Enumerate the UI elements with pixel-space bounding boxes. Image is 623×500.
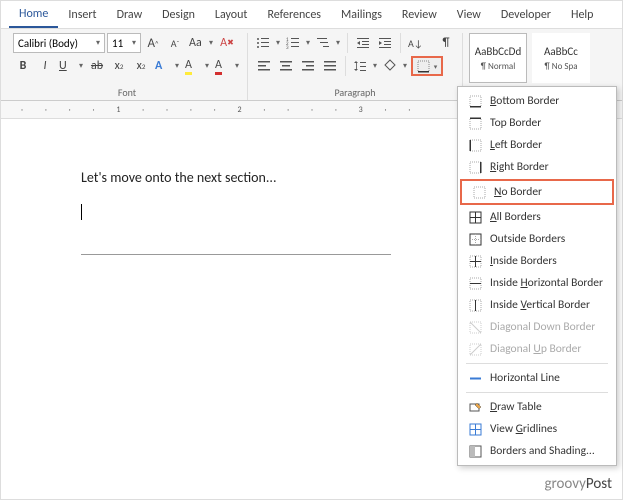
group-paragraph: ▾ 123▾ ▾ A↓ ¶ ▾ ▾ <box>248 33 463 100</box>
inside-horizontal-icon <box>468 276 482 290</box>
text-effects-button[interactable]: A▾ <box>153 56 181 76</box>
horizontal-line <box>81 254 391 255</box>
menu-top-border[interactable]: Top Border <box>458 112 616 134</box>
grow-font-button[interactable]: A^ <box>143 33 163 53</box>
align-center-button[interactable] <box>276 56 296 76</box>
tab-references[interactable]: References <box>257 3 331 27</box>
gridlines-icon <box>468 422 482 436</box>
inside-borders-icon <box>468 254 482 268</box>
menu-no-border[interactable]: No Border <box>460 179 614 205</box>
outside-borders-icon <box>468 232 482 246</box>
highlight-button[interactable]: A▾ <box>183 56 211 76</box>
show-marks-button[interactable]: ¶ <box>436 33 456 53</box>
bullets-button[interactable]: ▾ <box>254 33 282 53</box>
menu-diagonal-down: Diagonal Down Border <box>458 316 616 338</box>
style-preview: AaBbCcDd <box>475 45 521 58</box>
font-group-label: Font <box>13 85 241 100</box>
menu-inside-vertical[interactable]: Inside Vertical Border <box>458 294 616 316</box>
tab-help[interactable]: Help <box>561 3 604 27</box>
all-borders-icon <box>468 210 482 224</box>
clear-formatting-button[interactable]: A✖ <box>217 33 237 53</box>
strike-button[interactable]: ab <box>87 56 107 76</box>
shrink-font-button[interactable]: Aˇ <box>165 33 185 53</box>
top-border-icon <box>468 116 482 130</box>
menu-inside-borders[interactable]: Inside Borders <box>458 250 616 272</box>
tab-layout[interactable]: Layout <box>205 3 258 27</box>
menu-bottom-border[interactable]: Bottom Border <box>458 90 616 112</box>
menu-draw-table[interactable]: Draw Table <box>458 396 616 418</box>
chevron-down-icon: ▾ <box>96 38 100 48</box>
line-spacing-button[interactable]: ▾ <box>351 56 379 76</box>
align-right-button[interactable] <box>298 56 318 76</box>
superscript-button[interactable]: x2 <box>131 56 151 76</box>
subscript-button[interactable]: x2 <box>109 56 129 76</box>
svg-text:3: 3 <box>286 45 289 50</box>
diagonal-down-icon <box>468 320 482 334</box>
menu-all-borders[interactable]: All Borders <box>458 206 616 228</box>
menu-diagonal-up: Diagonal Up Border <box>458 338 616 360</box>
style-preview: AaBbCc <box>544 45 578 58</box>
increase-indent-button[interactable] <box>375 33 395 53</box>
paragraph-group-label: Paragraph <box>254 85 456 100</box>
underline-button[interactable]: U▾ <box>57 56 85 76</box>
tab-developer[interactable]: Developer <box>491 3 561 27</box>
menu-separator <box>466 392 608 393</box>
menu-outside-borders[interactable]: Outside Borders <box>458 228 616 250</box>
ribbon-tabs: Home Insert Draw Design Layout Reference… <box>1 1 622 29</box>
draw-table-icon <box>468 400 482 414</box>
menu-separator <box>466 363 608 364</box>
style-normal[interactable]: AaBbCcDd ¶ Normal <box>469 33 527 83</box>
diagonal-up-icon <box>468 342 482 356</box>
chevron-down-icon: ▾ <box>132 38 136 48</box>
change-case-button[interactable]: Aa▾ <box>187 33 215 53</box>
horizontal-line-icon <box>468 371 482 385</box>
tab-insert[interactable]: Insert <box>58 3 106 27</box>
tab-home[interactable]: Home <box>9 2 58 28</box>
italic-button[interactable]: I <box>35 56 55 76</box>
menu-inside-horizontal[interactable]: Inside Horizontal Border <box>458 272 616 294</box>
menu-borders-shading[interactable]: Borders and Shading... <box>458 440 616 462</box>
tab-review[interactable]: Review <box>392 3 447 27</box>
tab-draw[interactable]: Draw <box>107 3 153 27</box>
menu-horizontal-line[interactable]: Horizontal Line <box>458 367 616 389</box>
inside-vertical-icon <box>468 298 482 312</box>
style-name: ¶ No Spa <box>544 61 577 72</box>
menu-right-border[interactable]: Right Border <box>458 156 616 178</box>
font-size-select[interactable]: 11 ▾ <box>107 33 141 53</box>
multilevel-button[interactable]: ▾ <box>314 33 342 53</box>
style-name: ¶ Normal <box>481 61 516 72</box>
font-color-button[interactable]: A▾ <box>213 56 241 76</box>
font-size-value: 11 <box>112 37 123 50</box>
bold-button[interactable]: B <box>13 56 33 76</box>
font-name-value: Calibri (Body) <box>18 37 78 50</box>
left-border-icon <box>468 138 482 152</box>
tab-mailings[interactable]: Mailings <box>331 3 392 27</box>
decrease-indent-button[interactable] <box>353 33 373 53</box>
menu-left-border[interactable]: Left Border <box>458 134 616 156</box>
tab-design[interactable]: Design <box>152 3 205 27</box>
sort-button[interactable]: A↓ <box>406 33 434 53</box>
shading-button[interactable]: ▾ <box>381 56 409 76</box>
menu-view-gridlines[interactable]: View Gridlines <box>458 418 616 440</box>
bottom-border-icon <box>468 94 482 108</box>
borders-dropdown-menu: Bottom Border Top Border Left Border Rig… <box>457 86 617 466</box>
borders-button[interactable]: ▾ <box>411 56 443 76</box>
group-font: Calibri (Body)▾ 11▾ A^ Aˇ Aa▾ A✖ B I U▾ … <box>7 33 248 100</box>
text-cursor <box>81 204 82 220</box>
numbering-button[interactable]: 123▾ <box>284 33 312 53</box>
align-left-button[interactable] <box>254 56 274 76</box>
tab-view[interactable]: View <box>447 3 491 27</box>
right-border-icon <box>468 160 482 174</box>
font-name-select[interactable]: Calibri (Body) ▾ <box>13 33 105 53</box>
watermark: groovyPost <box>544 475 612 493</box>
style-no-spacing[interactable]: AaBbCc ¶ No Spa <box>532 33 590 83</box>
no-border-icon <box>472 185 486 199</box>
borders-shading-icon <box>468 444 482 458</box>
justify-button[interactable] <box>320 56 340 76</box>
